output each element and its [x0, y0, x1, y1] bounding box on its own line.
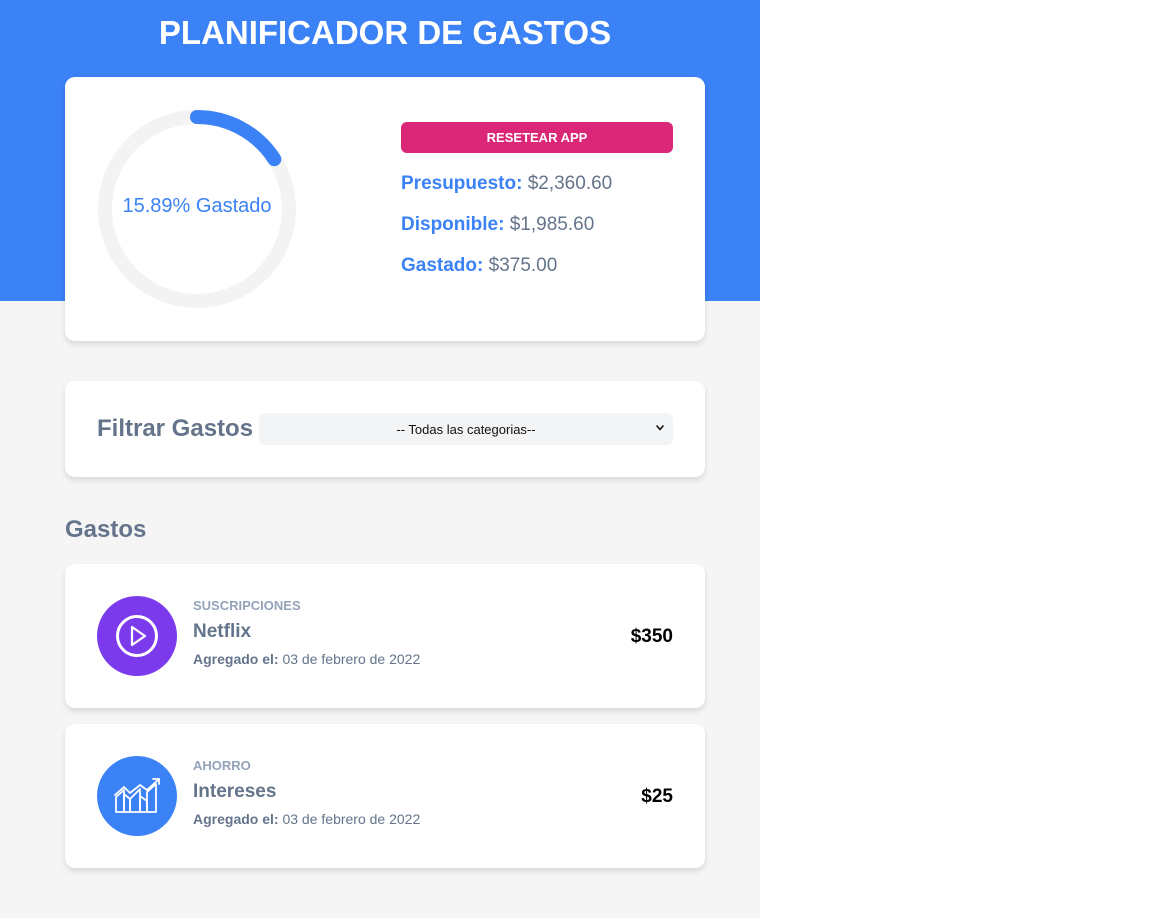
available-stat: Disponible: $1,985.60: [401, 214, 594, 236]
budget-value: $2,360.60: [527, 173, 613, 194]
savings-chart-icon: [114, 778, 160, 813]
filter-card: Filtrar Gastos -- Todas las categorias--: [65, 381, 705, 477]
expense-amount: $350: [630, 626, 673, 647]
expense-date: Agregado el: 03 de febrero de 2022: [193, 651, 420, 667]
expense-category-icon: [97, 756, 177, 836]
budget-card: 15.89% Gastado RESETEAR APP Presupuesto:…: [65, 77, 705, 341]
expense-date-value: 03 de febrero de 2022: [282, 811, 421, 827]
expense-item[interactable]: SUSCRIPCIONES Netflix Agregado el: 03 de…: [65, 564, 705, 708]
expense-category: AHORRO: [193, 758, 251, 773]
category-filter-value: -- Todas las categorias--: [396, 421, 536, 437]
spent-value: $375.00: [488, 255, 558, 276]
reset-app-button[interactable]: RESETEAR APP: [401, 122, 673, 153]
expenses-title: Gastos: [65, 516, 147, 543]
percent-spent-label: 15.89% Gastado: [122, 195, 272, 217]
expense-amount: $25: [641, 786, 673, 807]
budget-label: Presupuesto:: [401, 173, 523, 194]
budget-stat: Presupuesto: $2,360.60: [401, 173, 612, 195]
expense-category-icon: [97, 596, 177, 676]
expense-date-label: Agregado el:: [193, 651, 279, 667]
available-label: Disponible:: [401, 214, 505, 235]
spent-stat: Gastado: $375.00: [401, 255, 557, 277]
play-icon: [116, 615, 158, 657]
chevron-down-icon: [656, 425, 664, 431]
available-value: $1,985.60: [509, 214, 595, 235]
expense-date: Agregado el: 03 de febrero de 2022: [193, 811, 420, 827]
app-root: PLANIFICADOR DE GASTOS 15.89% Gastado RE…: [0, 0, 760, 918]
expense-name: Intereses: [193, 781, 277, 802]
category-filter-select[interactable]: -- Todas las categorias--: [259, 413, 673, 445]
expense-date-label: Agregado el:: [193, 811, 279, 827]
app-title: PLANIFICADOR DE GASTOS: [158, 14, 612, 51]
expense-item[interactable]: AHORRO Intereses Agregado el: 03 de febr…: [65, 724, 705, 868]
expense-date-value: 03 de febrero de 2022: [282, 651, 421, 667]
filter-label: Filtrar Gastos: [97, 415, 254, 442]
expense-category: SUSCRIPCIONES: [193, 598, 301, 613]
spent-label: Gastado:: [401, 255, 484, 276]
expense-name: Netflix: [193, 621, 252, 642]
